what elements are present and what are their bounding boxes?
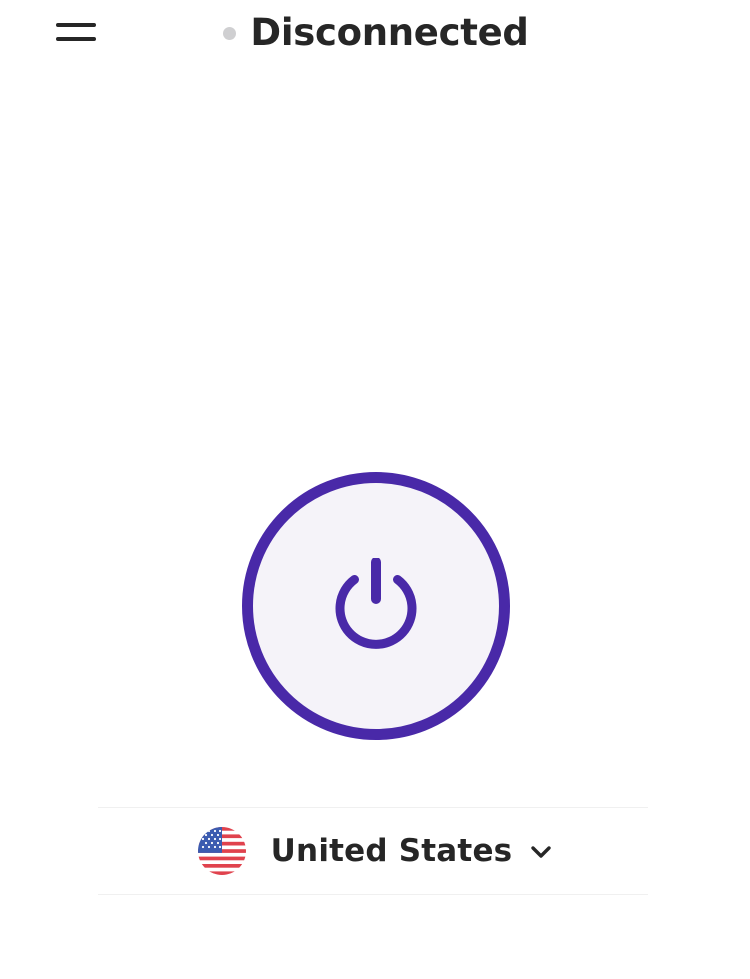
connect-power-button[interactable] <box>242 472 510 740</box>
power-icon <box>335 558 417 649</box>
status-text: Disconnected <box>250 10 529 54</box>
selected-country-label: United States <box>270 833 513 869</box>
chevron-down-icon <box>531 846 552 858</box>
divider <box>98 894 648 895</box>
us-flag-icon <box>197 827 246 875</box>
connection-status: Disconnected <box>0 8 750 56</box>
status-dot-icon <box>223 26 237 40</box>
location-selector[interactable]: United States <box>98 808 648 894</box>
